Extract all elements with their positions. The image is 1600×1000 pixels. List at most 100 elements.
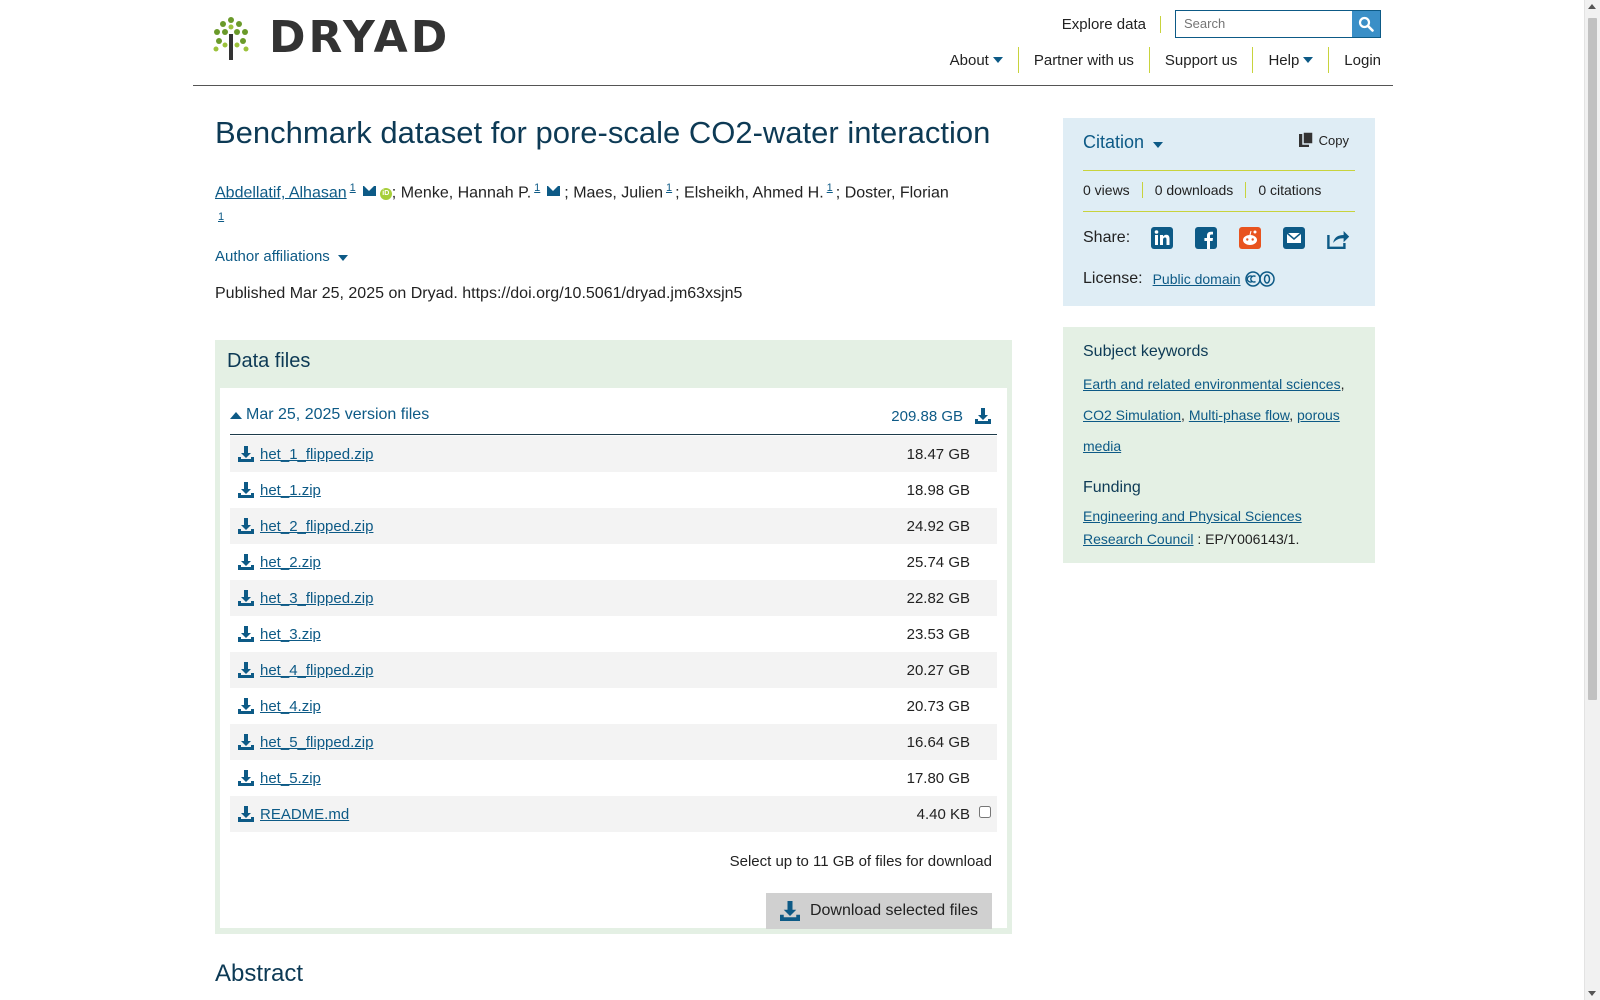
- nav-partner[interactable]: Partner with us: [1017, 47, 1149, 73]
- affiliation-ref[interactable]: 1: [218, 211, 224, 223]
- download-icon[interactable]: [238, 698, 254, 714]
- download-selected-button[interactable]: Download selected files: [766, 893, 992, 929]
- author-link[interactable]: Abdellatif, Alhasan: [215, 184, 347, 201]
- share-icon[interactable]: [1326, 226, 1350, 250]
- file-link[interactable]: het_2_flipped.zip: [260, 518, 373, 535]
- download-icon[interactable]: [238, 590, 254, 606]
- file-row: het_1_flipped.zip 18.47 GB: [230, 436, 997, 472]
- author-affiliations-toggle[interactable]: Author affiliations: [215, 248, 348, 265]
- email-share-icon[interactable]: [1282, 226, 1306, 250]
- divider: [1083, 211, 1355, 212]
- file-size: 22.82 GB: [906, 589, 970, 607]
- search-form: [1175, 10, 1381, 38]
- download-icon[interactable]: [238, 734, 254, 750]
- file-link[interactable]: het_3_flipped.zip: [260, 590, 373, 607]
- download-icon[interactable]: [238, 770, 254, 786]
- affiliation-ref[interactable]: 1: [350, 182, 356, 194]
- nav-help-label: Help: [1268, 51, 1300, 69]
- file-size: 16.64 GB: [906, 733, 970, 751]
- scroll-down-arrow-icon[interactable]: [1588, 991, 1596, 996]
- version-row[interactable]: Mar 25, 2025 version files 209.88 GB: [230, 406, 997, 435]
- file-select-checkbox[interactable]: [979, 806, 991, 818]
- file-link[interactable]: het_4_flipped.zip: [260, 662, 373, 679]
- affiliation-ref[interactable]: 1: [534, 182, 540, 194]
- citation-panel: Citation Copy 0 views 0 downloads 0 cita…: [1063, 118, 1375, 306]
- citation-toggle[interactable]: Citation: [1083, 132, 1164, 153]
- clipboard-icon: [1298, 132, 1313, 147]
- author-name: Elsheikh, Ahmed H.: [684, 184, 824, 202]
- file-row: README.md 4.40 KB: [230, 796, 997, 832]
- views-count: 0 views: [1083, 182, 1130, 198]
- keyword-link[interactable]: Multi-phase flow: [1189, 407, 1289, 423]
- scrollbar-thumb[interactable]: [1588, 18, 1597, 700]
- file-link[interactable]: het_5.zip: [260, 770, 321, 787]
- download-icon[interactable]: [238, 446, 254, 462]
- version-size: 209.88 GB: [891, 408, 963, 425]
- author-separator: ;: [391, 184, 397, 202]
- file-row: het_4.zip 20.73 GB: [230, 688, 997, 724]
- page-scrollbar[interactable]: [1584, 0, 1600, 1000]
- keyword-link[interactable]: CO2 Simulation: [1083, 407, 1181, 423]
- email-icon[interactable]: [547, 186, 561, 197]
- download-icon[interactable]: [238, 518, 254, 534]
- site-header: DRYAD Explore data About Partner with us…: [193, 0, 1393, 86]
- scroll-up-arrow-icon[interactable]: [1588, 4, 1596, 9]
- collapse-icon[interactable]: [230, 412, 242, 419]
- dryad-logo[interactable]: DRYAD: [213, 16, 450, 60]
- affiliation-ref[interactable]: 1: [666, 182, 672, 194]
- divider: [1083, 170, 1355, 171]
- logo-wordmark: DRYAD: [269, 12, 451, 63]
- keyword-link[interactable]: Earth and related environmental sciences: [1083, 376, 1341, 392]
- file-link[interactable]: het_4.zip: [260, 698, 321, 715]
- author-separator: ;: [835, 184, 841, 202]
- nav-login[interactable]: Login: [1328, 47, 1381, 73]
- nav-help[interactable]: Help: [1252, 47, 1328, 73]
- affiliation-ref[interactable]: 1: [827, 182, 833, 194]
- file-link[interactable]: het_1_flipped.zip: [260, 446, 373, 463]
- download-icon[interactable]: [238, 482, 254, 498]
- caret-down-icon: [1303, 57, 1314, 63]
- file-link[interactable]: het_2.zip: [260, 554, 321, 571]
- share-bar: Share:: [1083, 226, 1370, 250]
- tree-icon: [213, 17, 249, 60]
- author-list: Abdellatif, Alhasan 1 iD; Menke, Hannah P.…: [215, 176, 1015, 235]
- file-link[interactable]: het_1.zip: [260, 482, 321, 499]
- file-row: het_3.zip 23.53 GB: [230, 616, 997, 652]
- file-size: 17.80 GB: [906, 769, 970, 787]
- search-icon: [1358, 16, 1374, 32]
- keywords-heading: Subject keywords: [1083, 343, 1209, 360]
- reddit-icon[interactable]: [1238, 226, 1262, 250]
- search-input[interactable]: [1176, 11, 1352, 35]
- facebook-icon[interactable]: [1194, 226, 1218, 250]
- citation-label: Citation: [1083, 132, 1145, 152]
- file-link[interactable]: het_3.zip: [260, 626, 321, 643]
- orcid-icon[interactable]: iD: [379, 188, 392, 201]
- author-name: Maes, Julien: [573, 184, 664, 202]
- funding-heading: Funding: [1083, 479, 1141, 496]
- file-list: het_1_flipped.zip 18.47 GB het_1.zip 18.98 …: [230, 436, 997, 832]
- email-icon[interactable]: [362, 186, 376, 197]
- search-button[interactable]: [1352, 11, 1380, 37]
- version-label: Mar 25, 2025 version files: [246, 406, 430, 423]
- copy-citation-button[interactable]: Copy: [1298, 132, 1349, 148]
- download-icon: [779, 901, 800, 921]
- download-icon[interactable]: [238, 626, 254, 642]
- download-all-icon[interactable]: [975, 408, 991, 429]
- caret-down-icon: [337, 255, 348, 261]
- linkedin-icon[interactable]: [1150, 226, 1174, 250]
- download-icon[interactable]: [238, 662, 254, 678]
- keyword-separator: ,: [1340, 376, 1345, 392]
- explore-data-link[interactable]: Explore data: [1062, 15, 1161, 33]
- nav-support[interactable]: Support us: [1148, 47, 1253, 73]
- share-label: Share:: [1083, 229, 1131, 246]
- download-icon[interactable]: [238, 554, 254, 570]
- nav-partner-label: Partner with us: [1033, 51, 1134, 69]
- file-row: het_5_flipped.zip 16.64 GB: [230, 724, 997, 760]
- license-link[interactable]: Public domain: [1153, 271, 1241, 287]
- file-link[interactable]: het_5_flipped.zip: [260, 734, 373, 751]
- affiliations-label: Author affiliations: [215, 248, 330, 265]
- download-icon[interactable]: [238, 806, 254, 822]
- file-link[interactable]: README.md: [260, 806, 349, 823]
- license-label: License:: [1083, 270, 1143, 287]
- nav-about[interactable]: About: [935, 47, 1018, 73]
